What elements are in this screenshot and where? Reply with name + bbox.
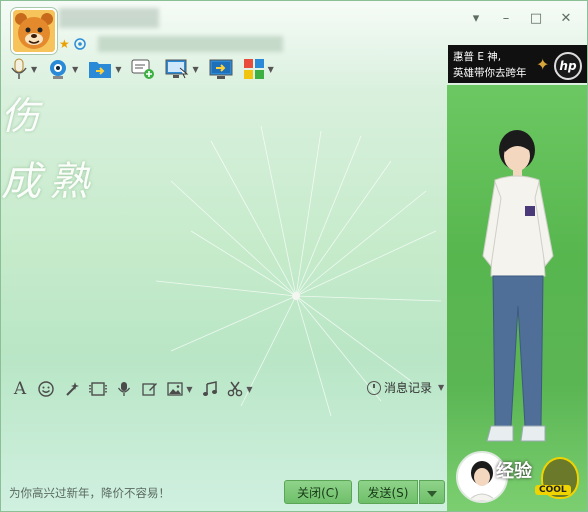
- apps-button[interactable]: ▼: [240, 56, 277, 82]
- chevron-down-icon[interactable]: ▾: [461, 9, 491, 29]
- caret-down-icon: ▼: [267, 64, 274, 74]
- video-icon[interactable]: [87, 378, 109, 400]
- remote-assist-icon: [165, 59, 189, 79]
- signature-blurred: [97, 36, 283, 52]
- contact-name-blurred: [59, 8, 159, 28]
- send-options-button[interactable]: [419, 480, 445, 504]
- caret-down-icon: ▼: [438, 383, 445, 392]
- remote-assist-button[interactable]: ▼: [162, 56, 201, 82]
- dandelion-decoration: [155, 125, 442, 417]
- send-file-button[interactable]: ▼: [85, 56, 124, 82]
- chat-toolbar: ▼ ▼ ▼ ▼ ▼: [7, 55, 277, 83]
- ad-banner[interactable]: 惠普 E 神, 英雄带你去跨年 ✦ hp: [448, 45, 587, 83]
- close-button[interactable]: 关闭(C): [284, 480, 352, 504]
- webcam-icon: [50, 60, 67, 79]
- share-screen-button[interactable]: [206, 56, 236, 82]
- create-discussion-icon: [131, 59, 155, 79]
- share-screen-icon: [209, 59, 233, 79]
- message-history-button[interactable]: 消息记录 ▼: [367, 379, 444, 396]
- send-button[interactable]: 发送(S): [358, 480, 418, 504]
- create-discussion-button[interactable]: [128, 56, 158, 82]
- background-calligraphy-1: 伤: [1, 94, 46, 138]
- chat-window: 伤 成熟 ★ ▾ – □ ✕ ▼ ▼ ▼ ▼ ▼ 惠普 E 神, 英雄带你去跨年…: [0, 0, 588, 512]
- background-calligraphy-2: 成熟: [1, 159, 97, 205]
- edit-icon[interactable]: [139, 378, 161, 400]
- send-file-icon: [89, 62, 112, 78]
- caret-down-icon: ▼: [186, 384, 193, 394]
- contact-avatar[interactable]: [11, 8, 57, 54]
- hp-logo: hp: [554, 52, 582, 80]
- caret-down-icon: ▼: [31, 64, 38, 74]
- avatar-show-figure: [482, 130, 554, 442]
- voice-call-button[interactable]: ▼: [7, 56, 40, 82]
- caret-down-icon: ▼: [72, 64, 79, 74]
- caret-down-icon: ▼: [192, 64, 199, 74]
- chevron-down-icon: [427, 490, 437, 497]
- message-history-label: 消息记录: [384, 381, 433, 395]
- scissors-icon[interactable]: ▼: [225, 378, 255, 400]
- ad-line-2: 英雄带你去跨年: [453, 67, 527, 79]
- font-icon[interactable]: A: [9, 378, 31, 400]
- close-window-button[interactable]: ✕: [551, 9, 581, 29]
- emblem-icon: ✦: [536, 55, 550, 74]
- caret-down-icon: ▼: [246, 384, 253, 394]
- image-icon[interactable]: ▼: [165, 378, 195, 400]
- input-toolbar: A ▼ ▼: [9, 377, 255, 401]
- watermark-text: 经验: [496, 461, 532, 482]
- music-icon[interactable]: [199, 378, 221, 400]
- qzone-icon[interactable]: [74, 38, 86, 50]
- caret-down-icon: ▼: [115, 64, 122, 74]
- magic-wand-icon[interactable]: [61, 378, 83, 400]
- ad-line-1: 惠普 E 神,: [453, 51, 502, 63]
- status-row: ★: [59, 36, 283, 52]
- window-controls: ▾ – □ ✕: [461, 9, 581, 29]
- ad-hint-text[interactable]: 为你高兴过新年，降价不容易！: [9, 485, 170, 501]
- voice-icon[interactable]: [113, 378, 135, 400]
- microphone-icon: [11, 58, 27, 79]
- maximize-button[interactable]: □: [521, 9, 551, 29]
- minimize-button[interactable]: –: [491, 9, 521, 29]
- clock-icon: [367, 380, 381, 395]
- cool-badge: COOL: [535, 485, 571, 495]
- bear-avatar-icon: [13, 10, 55, 52]
- star-icon: ★: [59, 37, 70, 51]
- apps-icon: [243, 59, 264, 79]
- emoji-icon[interactable]: [35, 378, 57, 400]
- video-call-button[interactable]: ▼: [44, 56, 81, 82]
